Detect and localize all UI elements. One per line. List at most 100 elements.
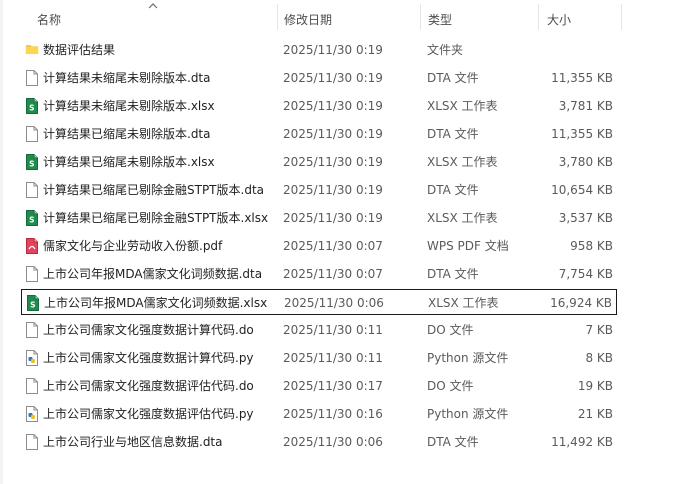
file-name: 上市公司年报MDA儒家文化词频数据.dta — [43, 267, 263, 281]
file-name: 上市公司儒家文化强度数据计算代码.py — [43, 351, 254, 365]
file-name: 上市公司儒家文化强度数据计算代码.do — [43, 323, 254, 337]
file-row[interactable]: 上市公司儒家文化强度数据计算代码.do 2025/11/30 0:11 DO 文件 7… — [21, 317, 617, 343]
file-type: Python 源文件 — [427, 351, 509, 365]
file-name: 计算结果未缩尾未剔除版本.dta — [43, 71, 211, 85]
file-row[interactable]: S 计算结果未缩尾未剔除版本.xlsx 2025/11/30 0:19 XLSX 工作… — [21, 93, 617, 119]
file-modified-date: 2025/11/30 0:17 — [283, 379, 383, 393]
file-type: 文件夹 — [427, 43, 464, 57]
file-icon — [25, 434, 39, 450]
file-modified-date: 2025/11/30 0:16 — [283, 407, 383, 421]
svg-text:S: S — [30, 301, 35, 310]
file-size: 11,355 KB — [551, 127, 613, 141]
excel-icon: S — [26, 295, 40, 311]
file-icon — [25, 70, 39, 86]
file-size: 7 KB — [585, 323, 613, 337]
file-modified-date: 2025/11/30 0:11 — [283, 351, 383, 365]
column-divider[interactable] — [621, 4, 622, 30]
file-type: Python 源文件 — [427, 407, 509, 421]
file-modified-date: 2025/11/30 0:07 — [283, 267, 383, 281]
file-row[interactable]: 上市公司儒家文化强度数据计算代码.py 2025/11/30 0:11 Python… — [21, 345, 617, 371]
excel-icon: S — [25, 98, 39, 114]
svg-text:S: S — [29, 160, 34, 169]
file-modified-date: 2025/11/30 0:19 — [283, 43, 383, 57]
file-row[interactable]: 儒家文化与企业劳动收入份额.pdf 2025/11/30 0:07 WPS PDF … — [21, 233, 617, 259]
file-row[interactable]: 计算结果已缩尾已剔除金融STPT版本.dta 2025/11/30 0:19 DTA… — [21, 177, 617, 203]
pdf-icon — [25, 238, 39, 254]
sort-ascending-icon — [148, 3, 158, 9]
file-name: 儒家文化与企业劳动收入份额.pdf — [43, 239, 223, 253]
file-icon — [25, 126, 39, 142]
file-name: 上市公司年报MDA儒家文化词频数据.xlsx — [44, 296, 268, 310]
file-modified-date: 2025/11/30 0:19 — [283, 127, 383, 141]
file-modified-date: 2025/11/30 0:19 — [283, 183, 383, 197]
file-modified-date: 2025/11/30 0:06 — [284, 296, 384, 310]
file-size: 10,654 KB — [551, 183, 613, 197]
file-type: WPS PDF 文档 — [427, 239, 509, 253]
file-row[interactable]: 上市公司行业与地区信息数据.dta 2025/11/30 0:06 DTA 文件 11… — [21, 429, 617, 455]
file-name: 计算结果已缩尾已剔除金融STPT版本.dta — [43, 183, 265, 197]
file-row[interactable]: S 计算结果已缩尾未剔除版本.xlsx 2025/11/30 0:19 XLSX 工作… — [21, 149, 617, 175]
file-size: 19 KB — [577, 379, 613, 393]
file-size: 11,355 KB — [551, 71, 613, 85]
file-modified-date: 2025/11/30 0:07 — [283, 239, 383, 253]
file-type: DTA 文件 — [427, 435, 479, 449]
file-type: DO 文件 — [427, 379, 474, 393]
file-type: XLSX 工作表 — [427, 99, 498, 113]
file-size: 7,754 KB — [558, 267, 613, 281]
column-divider[interactable] — [277, 4, 278, 30]
file-row[interactable]: 计算结果未缩尾未剔除版本.dta 2025/11/30 0:19 DTA 文件 11,… — [21, 65, 617, 91]
column-divider[interactable] — [420, 4, 421, 30]
folder-icon — [25, 42, 39, 58]
file-row[interactable]: S 上市公司年报MDA儒家文化词频数据.xlsx 2025/11/30 0:06 XL… — [21, 289, 617, 315]
scrollbar[interactable] — [676, 0, 682, 484]
file-row[interactable]: 计算结果已缩尾未剔除版本.dta 2025/11/30 0:19 DTA 文件 11,… — [21, 121, 617, 147]
file-row[interactable]: S 计算结果已缩尾已剔除金融STPT版本.xlsx 2025/11/30 0:19 X… — [21, 205, 617, 231]
file-type: DTA 文件 — [427, 71, 479, 85]
header-size[interactable]: 大小 — [547, 11, 571, 28]
file-name: 数据评估结果 — [43, 43, 116, 57]
file-modified-date: 2025/11/30 0:19 — [283, 99, 383, 113]
file-type: DTA 文件 — [427, 127, 479, 141]
excel-icon: S — [25, 210, 39, 226]
nav-pane-edge — [0, 0, 3, 484]
file-type: DTA 文件 — [427, 183, 479, 197]
file-icon — [25, 378, 39, 394]
file-name: 计算结果已缩尾已剔除金融STPT版本.xlsx — [43, 211, 269, 225]
file-name: 计算结果已缩尾未剔除版本.dta — [43, 127, 211, 141]
file-size: 958 KB — [570, 239, 613, 253]
file-size: 3,780 KB — [558, 155, 613, 169]
svg-text:S: S — [29, 216, 34, 225]
file-name: 计算结果未缩尾未剔除版本.xlsx — [43, 99, 215, 113]
column-header: 名称 修改日期 类型 大小 — [0, 0, 682, 34]
python-icon — [25, 406, 39, 422]
file-name: 上市公司儒家文化强度数据评估代码.do — [43, 379, 254, 393]
file-size: 11,492 KB — [551, 435, 613, 449]
file-size: 16,924 KB — [550, 296, 612, 310]
file-name: 上市公司行业与地区信息数据.dta — [43, 435, 223, 449]
file-modified-date: 2025/11/30 0:11 — [283, 323, 383, 337]
header-type[interactable]: 类型 — [428, 11, 452, 28]
file-row[interactable]: 上市公司年报MDA儒家文化词频数据.dta 2025/11/30 0:07 DTA … — [21, 261, 617, 287]
file-type: DTA 文件 — [427, 267, 479, 281]
file-row[interactable]: 上市公司儒家文化强度数据评估代码.do 2025/11/30 0:17 DO 文件 1… — [21, 373, 617, 399]
file-size: 3,781 KB — [558, 99, 613, 113]
excel-icon: S — [25, 154, 39, 170]
file-icon — [25, 266, 39, 282]
column-divider[interactable] — [538, 4, 539, 30]
file-size: 3,537 KB — [558, 211, 613, 225]
file-modified-date: 2025/11/30 0:19 — [283, 211, 383, 225]
file-row[interactable]: 上市公司儒家文化强度数据评估代码.py 2025/11/30 0:16 Python… — [21, 401, 617, 427]
file-size: 21 KB — [577, 407, 613, 421]
header-date[interactable]: 修改日期 — [284, 11, 332, 28]
file-row[interactable]: 数据评估结果 2025/11/30 0:19 文件夹 — [21, 37, 617, 63]
header-name[interactable]: 名称 — [37, 11, 61, 28]
file-type: XLSX 工作表 — [427, 211, 498, 225]
file-icon — [25, 322, 39, 338]
file-modified-date: 2025/11/30 0:19 — [283, 155, 383, 169]
file-type: XLSX 工作表 — [428, 296, 499, 310]
file-name: 计算结果已缩尾未剔除版本.xlsx — [43, 155, 215, 169]
svg-text:S: S — [29, 104, 34, 113]
file-size: 8 KB — [585, 351, 613, 365]
file-modified-date: 2025/11/30 0:19 — [283, 71, 383, 85]
file-name: 上市公司儒家文化强度数据评估代码.py — [43, 407, 254, 421]
